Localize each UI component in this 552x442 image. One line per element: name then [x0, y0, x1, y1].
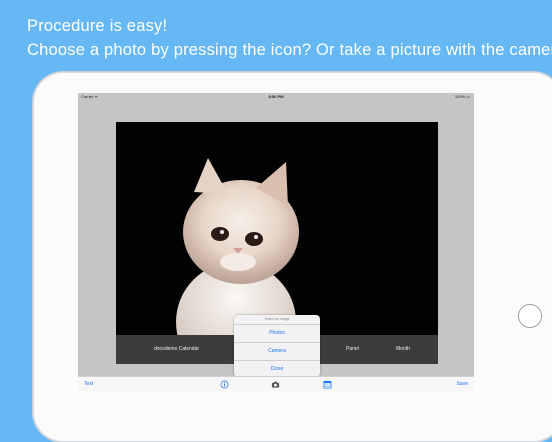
- calendar-name-label[interactable]: docodemo Calendar: [154, 335, 199, 364]
- save-button[interactable]: Save: [457, 377, 468, 391]
- text-button[interactable]: Text: [84, 377, 93, 391]
- close-option[interactable]: Close: [234, 361, 320, 377]
- battery-indicator: 100% ▭: [454, 94, 470, 99]
- ipad-screen: Carrier ᯤ 8:50 PM 100% ▭ docodemo Calend…: [78, 93, 474, 391]
- calendar-icon[interactable]: [323, 380, 332, 389]
- month-tab[interactable]: Month: [396, 335, 410, 364]
- image-source-action-sheet: Select an image Photos Camera Close: [234, 315, 320, 377]
- headline-subtitle: Choose a photo by pressing the icon? Or …: [27, 41, 552, 59]
- status-time: 8:50 PM: [268, 94, 284, 99]
- photos-option[interactable]: Photos: [234, 325, 320, 343]
- camera-option[interactable]: Camera: [234, 343, 320, 361]
- home-button[interactable]: [518, 304, 542, 328]
- bottom-toolbar: Text Save: [78, 376, 474, 391]
- action-sheet-title: Select an image: [234, 315, 320, 325]
- camera-icon[interactable]: [271, 380, 280, 389]
- panel-tab[interactable]: Panel: [346, 335, 359, 364]
- status-bar: Carrier ᯤ 8:50 PM 100% ▭: [78, 93, 474, 101]
- headline: Procedure is easy! Choose a photo by pre…: [27, 14, 552, 62]
- headline-title: Procedure is easy!: [27, 17, 168, 35]
- info-icon[interactable]: [220, 380, 229, 389]
